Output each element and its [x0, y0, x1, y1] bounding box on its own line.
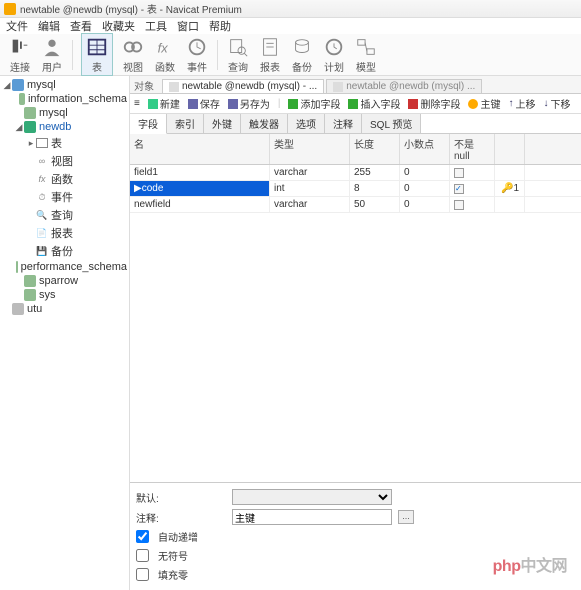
watermark: php中文网: [493, 552, 567, 576]
notnull-checkbox[interactable]: [454, 184, 464, 194]
subtab-index[interactable]: 索引: [167, 114, 204, 133]
editor-tabs: 对象 newtable @newdb (mysql) - ... newtabl…: [130, 76, 581, 94]
query-icon: [226, 35, 250, 59]
event-icon: [185, 35, 209, 59]
menu-bar: 文件 编辑 查看 收藏夹 工具 窗口 帮助: [0, 18, 581, 34]
tab-inactive[interactable]: newtable @newdb (mysql) ...: [326, 79, 482, 93]
zerofill-checkbox[interactable]: [136, 568, 149, 581]
tb-backup[interactable]: 备份: [290, 35, 314, 74]
subtab-options[interactable]: 选项: [288, 114, 325, 133]
btn-up[interactable]: ↑上移: [508, 96, 535, 111]
ellipsis-button[interactable]: …: [398, 510, 414, 524]
table-row[interactable]: field1 varchar 255 0: [130, 165, 581, 181]
btn-new[interactable]: 新建: [148, 96, 180, 111]
tree-schema-newdb[interactable]: ◢newdb: [0, 120, 129, 134]
tb-view[interactable]: 视图: [121, 35, 145, 74]
tab-icon: [333, 82, 343, 92]
default-label: 默认:: [136, 490, 226, 505]
main-toolbar: 连接 用户 表 视图 fx 函数 事件 查询 报表 备份 计划 模型: [0, 34, 581, 76]
tab-active[interactable]: newtable @newdb (mysql) - ...: [162, 79, 324, 93]
app-icon: [4, 3, 16, 15]
menu-fav[interactable]: 收藏夹: [102, 18, 135, 34]
subtab-trigger[interactable]: 触发器: [241, 114, 288, 133]
btn-save[interactable]: 保存: [188, 96, 220, 111]
tree-schema[interactable]: sparrow: [0, 274, 129, 288]
table-row-selected[interactable]: ▶code int 8 0 🔑1: [130, 181, 581, 197]
tree-backups[interactable]: 💾备份: [0, 242, 129, 260]
window-titlebar: newtable @newdb (mysql) - 表 - Navicat Pr…: [0, 0, 581, 18]
subtab-fk[interactable]: 外键: [204, 114, 241, 133]
key-icon: 🔑: [501, 183, 513, 194]
tree-funcs[interactable]: fx函数: [0, 170, 129, 188]
tb-connect[interactable]: 连接: [8, 35, 32, 74]
menu-icon[interactable]: ≡: [134, 98, 140, 109]
menu-help[interactable]: 帮助: [209, 18, 231, 34]
table-icon: [85, 35, 109, 59]
menu-view[interactable]: 查看: [70, 18, 92, 34]
autoinc-checkbox[interactable]: [136, 530, 149, 543]
notnull-checkbox[interactable]: [454, 168, 464, 178]
tb-query[interactable]: 查询: [226, 35, 250, 74]
tb-user[interactable]: 用户: [40, 35, 64, 74]
fx-icon: fx: [153, 35, 177, 59]
btn-down[interactable]: ↓下移: [543, 96, 570, 111]
subtab-sql[interactable]: SQL 预览: [362, 114, 421, 133]
clock-icon: [322, 35, 346, 59]
report-icon: [258, 35, 282, 59]
menu-edit[interactable]: 编辑: [38, 18, 60, 34]
tb-fx[interactable]: fx 函数: [153, 35, 177, 74]
btn-pkey[interactable]: 主键: [468, 96, 500, 111]
tb-event[interactable]: 事件: [185, 35, 209, 74]
subtab-fields[interactable]: 字段: [130, 114, 167, 134]
comment-input[interactable]: [232, 509, 392, 525]
field-grid-header: 名 类型 长度 小数点 不是 null: [130, 134, 581, 165]
model-icon: [354, 35, 378, 59]
btn-addfield[interactable]: 添加字段: [288, 96, 340, 111]
plug-icon: [8, 35, 32, 59]
field-grid-body[interactable]: field1 varchar 255 0 ▶code int 8 0 🔑1 ne…: [130, 165, 581, 482]
svg-text:fx: fx: [158, 41, 169, 56]
btn-saveas[interactable]: 另存为: [228, 96, 270, 111]
tb-schedule[interactable]: 计划: [322, 35, 346, 74]
default-select[interactable]: [232, 489, 392, 505]
tb-table[interactable]: 表: [81, 33, 113, 76]
user-icon: [40, 35, 64, 59]
tree-schema[interactable]: mysql: [0, 106, 129, 120]
btn-insfield[interactable]: 插入字段: [348, 96, 400, 111]
tree-events[interactable]: ⏱事件: [0, 188, 129, 206]
designer-toolbar: ≡ 新建 保存 另存为 | 添加字段 插入字段 删除字段 主键 ↑上移 ↓下移: [130, 94, 581, 114]
backup-icon: [290, 35, 314, 59]
unsigned-checkbox[interactable]: [136, 549, 149, 562]
notnull-checkbox[interactable]: [454, 200, 464, 210]
menu-file[interactable]: 文件: [6, 18, 28, 34]
connection-tree[interactable]: ◢mysql information_schema mysql ◢newdb ▸…: [0, 76, 130, 590]
tree-views[interactable]: ∞视图: [0, 152, 129, 170]
tree-schema[interactable]: sys: [0, 288, 129, 302]
tree-schema[interactable]: information_schema: [0, 92, 129, 106]
tree-tables[interactable]: ▸表: [0, 134, 129, 152]
tree-conn-utu[interactable]: utu: [0, 302, 129, 316]
btn-delfield[interactable]: 删除字段: [408, 96, 460, 111]
menu-window[interactable]: 窗口: [177, 18, 199, 34]
objects-label[interactable]: 对象: [134, 78, 154, 93]
table-row[interactable]: newfield varchar 50 0: [130, 197, 581, 213]
menu-tools[interactable]: 工具: [145, 18, 167, 34]
tab-icon: [169, 82, 179, 92]
window-title: newtable @newdb (mysql) - 表 - Navicat Pr…: [20, 1, 242, 16]
tree-schema[interactable]: performance_schema: [0, 260, 129, 274]
tree-conn-mysql[interactable]: ◢mysql: [0, 78, 129, 92]
comment-label: 注释:: [136, 510, 226, 525]
tb-report[interactable]: 报表: [258, 35, 282, 74]
tb-model[interactable]: 模型: [354, 35, 378, 74]
view-icon: [121, 35, 145, 59]
tree-reports[interactable]: 📄报表: [0, 224, 129, 242]
subtab-comment[interactable]: 注释: [325, 114, 362, 133]
designer-subtabs: 字段 索引 外键 触发器 选项 注释 SQL 预览: [130, 114, 581, 134]
tree-queries[interactable]: 🔍查询: [0, 206, 129, 224]
